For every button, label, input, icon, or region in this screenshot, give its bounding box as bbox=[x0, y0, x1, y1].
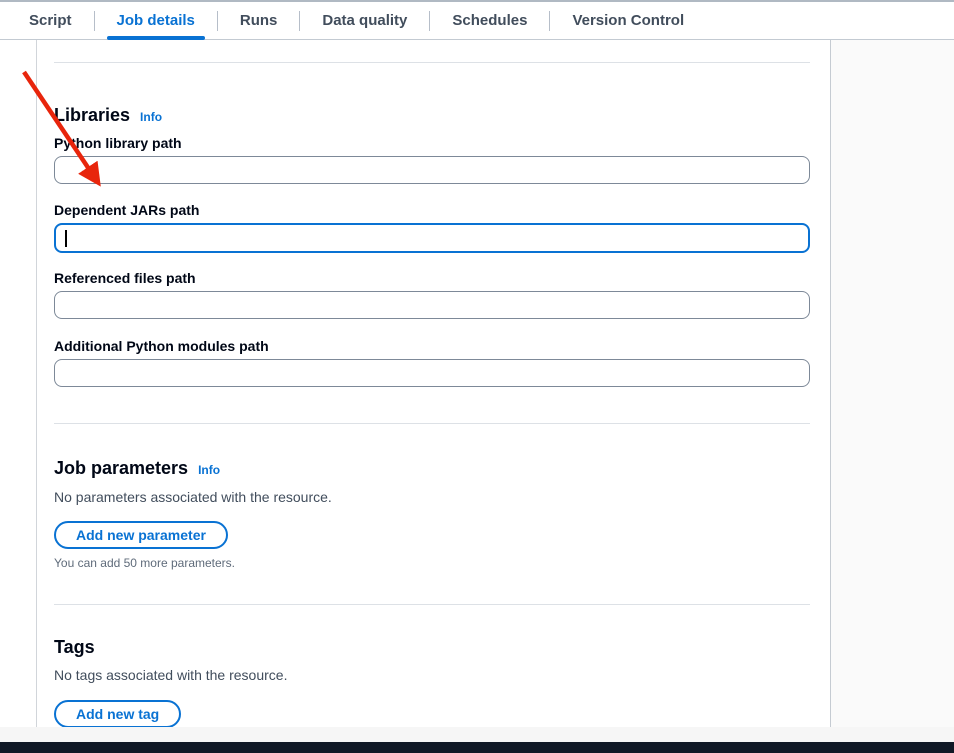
job-parameters-heading: Job parameters Info bbox=[54, 456, 810, 482]
tab-separator bbox=[429, 11, 430, 31]
python-library-path-label: Python library path bbox=[54, 134, 810, 152]
tab-bar: Script Job details Runs Data quality Sch… bbox=[0, 2, 954, 40]
tab-schedules[interactable]: Schedules bbox=[442, 2, 537, 39]
main-row: Libraries Info Python library path Depend… bbox=[0, 40, 954, 727]
tab-separator bbox=[94, 11, 95, 31]
job-parameters-info-link[interactable]: Info bbox=[198, 463, 220, 477]
left-spacer bbox=[0, 40, 36, 727]
tags-empty-text: No tags associated with the resource. bbox=[54, 665, 810, 685]
tab-version-control[interactable]: Version Control bbox=[562, 2, 694, 39]
dependent-jars-path-label: Dependent JARs path bbox=[54, 201, 810, 219]
tab-separator bbox=[299, 11, 300, 31]
footer-gap bbox=[0, 727, 954, 742]
job-parameters-empty-text: No parameters associated with the resour… bbox=[54, 487, 810, 507]
job-details-panel: Libraries Info Python library path Depend… bbox=[36, 40, 831, 727]
page: Script Job details Runs Data quality Sch… bbox=[0, 0, 954, 753]
job-parameters-title: Job parameters bbox=[54, 458, 188, 478]
content-right-gutter bbox=[831, 40, 954, 727]
tab-separator bbox=[217, 11, 218, 31]
text-caret bbox=[65, 230, 67, 247]
section-divider bbox=[54, 423, 810, 424]
libraries-heading: Libraries Info bbox=[54, 103, 810, 129]
tab-runs[interactable]: Runs bbox=[230, 2, 288, 39]
libraries-info-link[interactable]: Info bbox=[140, 110, 162, 124]
dependent-jars-path-input[interactable] bbox=[54, 223, 810, 253]
section-divider bbox=[54, 604, 810, 605]
tab-script[interactable]: Script bbox=[19, 2, 82, 39]
additional-python-modules-path-label: Additional Python modules path bbox=[54, 337, 810, 355]
add-new-tag-button[interactable]: Add new tag bbox=[54, 700, 181, 727]
tags-title: Tags bbox=[54, 637, 95, 657]
tab-separator bbox=[549, 11, 550, 31]
tab-data-quality[interactable]: Data quality bbox=[312, 2, 417, 39]
footer-bar bbox=[0, 742, 954, 753]
referenced-files-path-label: Referenced files path bbox=[54, 269, 810, 287]
job-parameters-helper-text: You can add 50 more parameters. bbox=[54, 555, 810, 571]
additional-python-modules-path-input[interactable] bbox=[54, 359, 810, 387]
libraries-title: Libraries bbox=[54, 105, 130, 125]
add-new-parameter-button[interactable]: Add new parameter bbox=[54, 521, 228, 549]
tab-job-details[interactable]: Job details bbox=[107, 2, 205, 39]
tags-heading: Tags bbox=[54, 635, 810, 659]
python-library-path-input[interactable] bbox=[54, 156, 810, 184]
section-divider bbox=[54, 62, 810, 63]
referenced-files-path-input[interactable] bbox=[54, 291, 810, 319]
